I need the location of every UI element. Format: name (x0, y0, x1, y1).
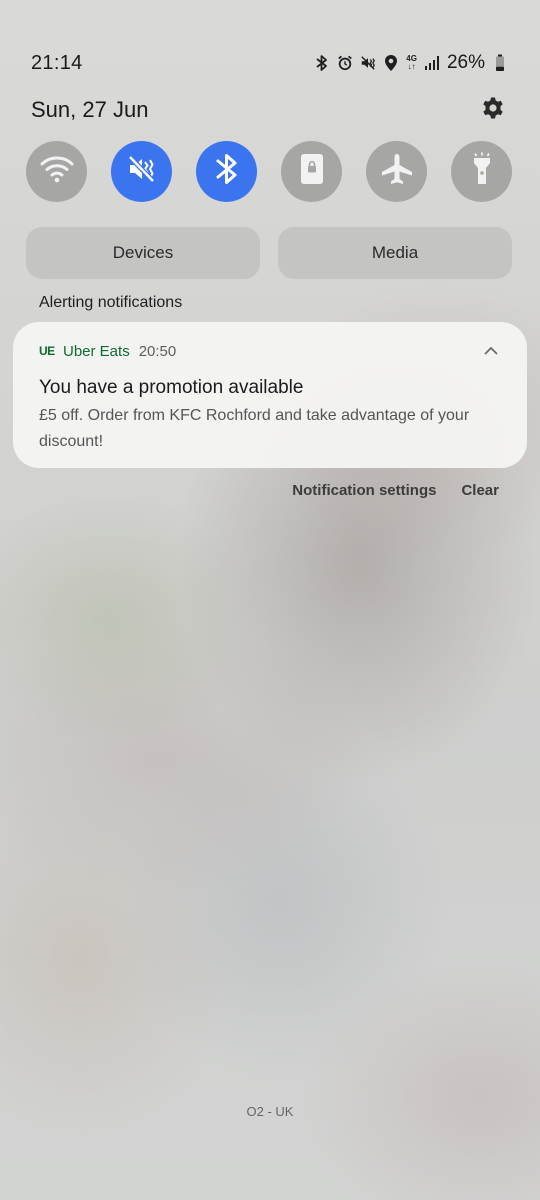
mute-icon (360, 54, 376, 72)
battery-icon (492, 54, 508, 72)
notification-app-name: Uber Eats (63, 342, 130, 360)
status-bar: 21:14 4G ↓↑ 26% (31, 48, 508, 78)
quick-settings-toggles (26, 141, 512, 202)
devices-media-row: Devices Media (26, 227, 512, 279)
portrait-lock-toggle[interactable] (281, 141, 342, 202)
bluetooth-toggle[interactable] (196, 141, 257, 202)
media-button-label: Media (371, 243, 419, 262)
status-time: 21:14 (31, 51, 83, 74)
wifi-toggle[interactable] (26, 141, 87, 202)
signal-icon (424, 54, 440, 72)
notification-body: £5 off. Order from KFC Rochford and take… (39, 407, 470, 450)
notification-shade: 21:14 4G ↓↑ 26% Sun, 27 Jun Devices Medi… (0, 0, 540, 1200)
notification-title: You have a promotion available (39, 377, 304, 398)
mute-toggle[interactable] (111, 141, 172, 202)
notification-header: UE Uber Eats 20:50 (39, 342, 501, 360)
gear-icon (481, 96, 505, 125)
date-row: Sun, 27 Jun (31, 94, 508, 126)
clear-notifications-button[interactable]: Clear (461, 482, 499, 499)
notification-card[interactable]: UE Uber Eats 20:50 You have a promotion … (13, 322, 527, 468)
portrait-lock-icon (300, 153, 324, 190)
network-activity-label: ↓↑ (407, 62, 416, 71)
airplane-mode-toggle[interactable] (366, 141, 427, 202)
bluetooth-icon (216, 152, 238, 191)
media-button[interactable]: Media (278, 227, 512, 279)
location-icon (383, 54, 399, 72)
settings-button[interactable] (478, 95, 508, 125)
flashlight-icon (470, 152, 494, 191)
chevron-up-icon (484, 342, 498, 360)
network-4g-icon: 4G ↓↑ (406, 55, 417, 71)
battery-percent: 26% (446, 52, 485, 73)
alarm-icon (337, 54, 353, 72)
bluetooth-icon (314, 54, 330, 72)
notification-actions: Notification settings Clear (292, 482, 499, 499)
devices-button-label: Devices (112, 243, 174, 262)
carrier-label: O2 - UK (246, 1104, 294, 1119)
date-label: Sun, 27 Jun (31, 97, 149, 122)
uber-eats-logo-icon: UE (39, 344, 55, 358)
wifi-icon (40, 154, 74, 189)
flashlight-toggle[interactable] (451, 141, 512, 202)
mute-icon (126, 153, 158, 190)
devices-button[interactable]: Devices (26, 227, 260, 279)
notification-settings-button[interactable]: Notification settings (292, 482, 436, 499)
notification-time: 20:50 (138, 342, 177, 360)
collapse-notification-button[interactable] (481, 342, 501, 360)
alerting-notifications-header: Alerting notifications (39, 294, 183, 311)
airplane-icon (380, 152, 414, 191)
status-icons: 4G ↓↑ 26% (314, 52, 508, 74)
